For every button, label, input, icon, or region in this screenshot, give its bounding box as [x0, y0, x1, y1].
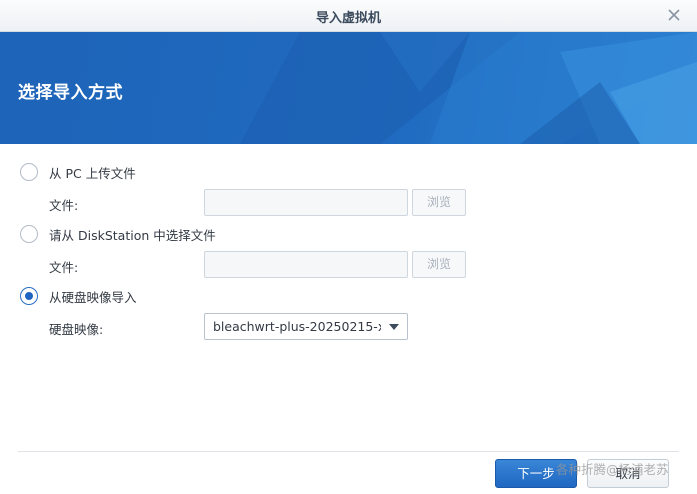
cancel-button[interactable]: 取消 — [587, 459, 669, 488]
option-upload-pc[interactable]: 从 PC 上传文件 — [20, 161, 136, 183]
file-label-diskstation: 文件: — [49, 260, 79, 275]
disk-image-label: 硬盘映像: — [49, 322, 104, 337]
browse-button-pc[interactable]: 浏览 — [412, 189, 466, 216]
header-banner: 选择导入方式 — [0, 32, 697, 144]
radio-disk-image-label: 从硬盘映像导入 — [49, 289, 137, 305]
radio-diskstation[interactable] — [20, 225, 38, 243]
page-heading: 选择导入方式 — [18, 83, 123, 103]
disk-image-select[interactable]: bleachwrt-plus-20250215-x86-64-generic-s… — [204, 313, 408, 340]
chevron-down-icon[interactable] — [389, 324, 399, 330]
dialog-title: 导入虚拟机 — [315, 11, 381, 26]
radio-disk-image[interactable] — [20, 287, 38, 305]
option-diskstation[interactable]: 请从 DiskStation 中选择文件 — [20, 223, 216, 245]
file-input-diskstation[interactable] — [204, 251, 408, 278]
dialog-titlebar: 导入虚拟机 — [0, 0, 697, 32]
option-disk-image[interactable]: 从硬盘映像导入 — [20, 285, 137, 307]
radio-upload-pc-label: 从 PC 上传文件 — [49, 165, 136, 181]
browse-button-diskstation[interactable]: 浏览 — [412, 251, 466, 278]
radio-diskstation-label: 请从 DiskStation 中选择文件 — [49, 227, 216, 243]
file-input-pc[interactable] — [204, 189, 408, 216]
file-label-pc: 文件: — [49, 198, 79, 213]
radio-upload-pc[interactable] — [20, 163, 38, 181]
footer-divider — [18, 451, 679, 452]
disk-image-selected-value: bleachwrt-plus-20250215-x86-64-generic-s… — [213, 319, 381, 334]
close-icon[interactable] — [665, 6, 683, 24]
next-button[interactable]: 下一步 — [495, 459, 577, 488]
